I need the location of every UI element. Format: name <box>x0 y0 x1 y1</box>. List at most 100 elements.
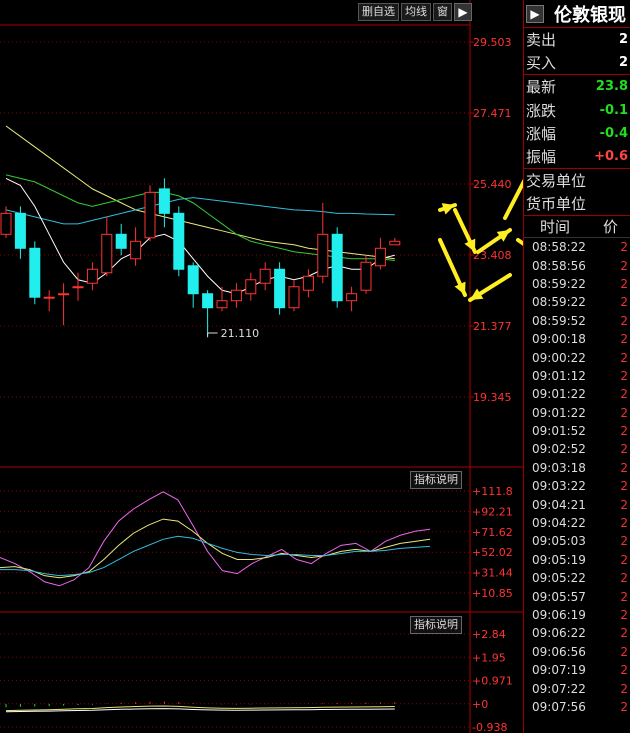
tick-time: 09:04:22 <box>532 516 586 531</box>
indicator-axis-label: +0 <box>472 698 488 711</box>
indicator-axis-label: +1.95 <box>472 651 506 664</box>
tick-row: 09:00:22 2 <box>524 348 630 366</box>
candle-body <box>216 300 228 309</box>
quote-row: 涨幅 -0.4 <box>524 122 630 146</box>
tick-price: 2 <box>620 276 628 291</box>
candle-body <box>202 293 214 309</box>
tick-price: 2 <box>620 313 628 328</box>
tick-row: 09:05:19 2 <box>524 551 630 569</box>
tick-row: 08:59:22 2 <box>524 275 630 293</box>
tick-price: 2 <box>620 442 628 457</box>
axis-label: 27.471 <box>473 107 512 120</box>
indicator-axis-label: +2.84 <box>472 628 506 641</box>
tick-row: 09:06:19 2 <box>524 606 630 624</box>
candle-body <box>158 188 170 214</box>
candle-body <box>288 286 300 309</box>
tick-time: 09:04:21 <box>532 497 586 512</box>
window-button[interactable]: 窗 <box>433 3 452 21</box>
quote-header: ▶ 伦敦银现 <box>524 0 630 28</box>
moving-average-button[interactable]: 均线 <box>401 3 431 21</box>
tick-price: 2 <box>620 497 628 512</box>
tick-row: 08:59:52 2 <box>524 312 630 330</box>
candle-body <box>130 240 142 260</box>
candle-body <box>302 275 314 291</box>
tick-price: 2 <box>620 240 628 255</box>
delete-favorite-button[interactable]: 删自选 <box>358 3 399 21</box>
indicator-axis-label: +92.21 <box>472 505 513 518</box>
candle-body <box>43 296 55 299</box>
quote-rows: 卖出 2 买入 2 最新 23.8 涨跌 -0.1 涨幅 -0.4 振幅 +0.6 交易单位 货币单位 <box>524 28 630 216</box>
candle-body <box>14 212 26 249</box>
tick-price: 2 <box>620 368 628 383</box>
tick-time: 09:00:22 <box>532 350 586 365</box>
tick-row: 09:05:22 2 <box>524 569 630 587</box>
tick-price: 2 <box>620 460 628 475</box>
tick-time: 09:01:22 <box>532 387 586 402</box>
tick-row: 08:59:22 2 <box>524 293 630 311</box>
tick-time: 09:05:03 <box>532 534 586 549</box>
axis-label: 25.440 <box>473 178 512 191</box>
tick-time: 09:05:22 <box>532 571 586 586</box>
indicator2-help-button[interactable]: 指标说明 <box>410 616 462 634</box>
candle-body <box>346 293 358 302</box>
tick-time: 08:59:22 <box>532 276 586 291</box>
tick-row: 09:04:22 2 <box>524 514 630 532</box>
tick-time: 09:03:18 <box>532 460 586 475</box>
tick-row: 08:58:22 2 <box>524 238 630 256</box>
candle-body <box>259 268 271 284</box>
tick-row: 09:01:12 2 <box>524 367 630 385</box>
tick-time: 09:06:19 <box>532 608 586 622</box>
axis-label: 29.503 <box>473 36 512 49</box>
tick-price: 2 <box>620 534 628 549</box>
tick-header-price: 价 <box>602 218 618 236</box>
indicator1-help-button[interactable]: 指标说明 <box>410 471 462 489</box>
quote-label: 振幅 <box>526 148 557 167</box>
quote-value: -0.4 <box>599 126 628 142</box>
indicator-axis-label: +0.971 <box>472 675 513 688</box>
quote-label: 交易单位 <box>526 172 587 191</box>
tick-row: 09:01:22 2 <box>524 385 630 403</box>
play-icon[interactable]: ▶ <box>454 3 472 21</box>
tick-time: 09:06:56 <box>532 644 586 659</box>
quote-label: 卖出 <box>526 31 557 50</box>
tick-header: 时间 价 <box>524 216 630 238</box>
candle-body <box>86 268 98 284</box>
quote-row: 涨跌 -0.1 <box>524 99 630 123</box>
tick-list[interactable]: 08:58:22 2 08:58:56 2 08:59:22 2 08:59:22 2 08:5… <box>524 238 630 716</box>
quote-row: 最新 23.8 <box>524 75 630 99</box>
axis-label: 21.377 <box>473 320 512 333</box>
tick-time: 09:01:12 <box>532 368 586 383</box>
quote-row: 货币单位 <box>524 193 630 216</box>
tick-row: 09:02:52 2 <box>524 440 630 458</box>
quote-value: 23.8 <box>595 79 628 95</box>
instrument-title: 伦敦银现 <box>554 4 626 26</box>
tick-time: 09:02:52 <box>532 442 586 457</box>
tick-price: 2 <box>620 589 628 604</box>
indicator-axis-label: +31.44 <box>472 567 513 580</box>
tick-price: 2 <box>620 552 628 567</box>
indicator-axis-label: +52.02 <box>472 546 513 559</box>
tick-row: 09:06:56 2 <box>524 643 630 661</box>
candle-body <box>72 286 84 289</box>
quote-value: +0.6 <box>594 149 628 165</box>
candle-body <box>173 212 185 270</box>
tick-row: 09:01:52 2 <box>524 422 630 440</box>
tick-price: 2 <box>620 479 628 494</box>
candle-body <box>29 247 41 298</box>
candle-body <box>0 212 12 235</box>
tick-row: 09:03:18 2 <box>524 459 630 477</box>
quote-row: 卖出 2 <box>524 28 630 52</box>
tick-row: 09:00:18 2 <box>524 330 630 348</box>
tick-price: 2 <box>620 699 628 714</box>
indicator-axis-label: -0.938 <box>472 721 507 733</box>
tick-time: 08:58:22 <box>532 240 586 255</box>
tick-price: 2 <box>620 681 628 696</box>
indicator-line <box>0 535 431 577</box>
candle-body <box>317 233 329 277</box>
candle-body <box>101 233 113 274</box>
tick-time: 08:59:52 <box>532 313 586 328</box>
tick-price: 2 <box>620 405 628 420</box>
tick-row: 09:07:56 2 <box>524 698 630 716</box>
play-icon[interactable]: ▶ <box>526 4 544 23</box>
ma-line <box>5 197 395 225</box>
